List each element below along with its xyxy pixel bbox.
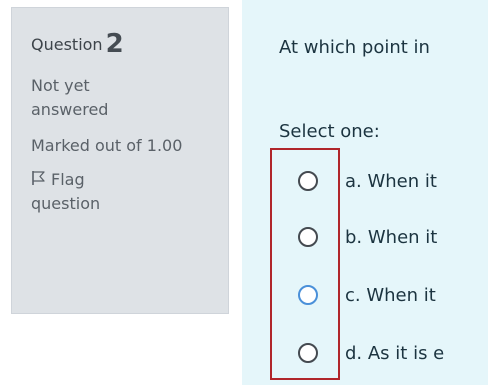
radio-highlight-box bbox=[270, 148, 340, 380]
question-text: At which point in bbox=[279, 37, 430, 58]
answer-label-c[interactable]: c. When it bbox=[345, 285, 436, 306]
question-grade: Marked out of 1.00 bbox=[31, 136, 183, 155]
question-number-value: 2 bbox=[105, 29, 124, 59]
answer-label-b[interactable]: b. When it bbox=[345, 227, 437, 248]
answer-label-d[interactable]: d. As it is e bbox=[345, 343, 444, 364]
answer-prompt: Select one: bbox=[279, 121, 380, 142]
question-info-panel: Question 2 Not yet answered Marked out of… bbox=[11, 7, 229, 314]
flag-icon bbox=[32, 171, 45, 185]
question-number: Question 2 bbox=[31, 29, 228, 60]
question-label: Question bbox=[31, 35, 103, 54]
flag-question-link[interactable]: Flag question bbox=[31, 168, 151, 216]
answer-label-a[interactable]: a. When it bbox=[345, 171, 437, 192]
question-state: Not yet answered bbox=[31, 76, 109, 119]
question-content: At which point in Select one: a. When it… bbox=[242, 0, 488, 385]
